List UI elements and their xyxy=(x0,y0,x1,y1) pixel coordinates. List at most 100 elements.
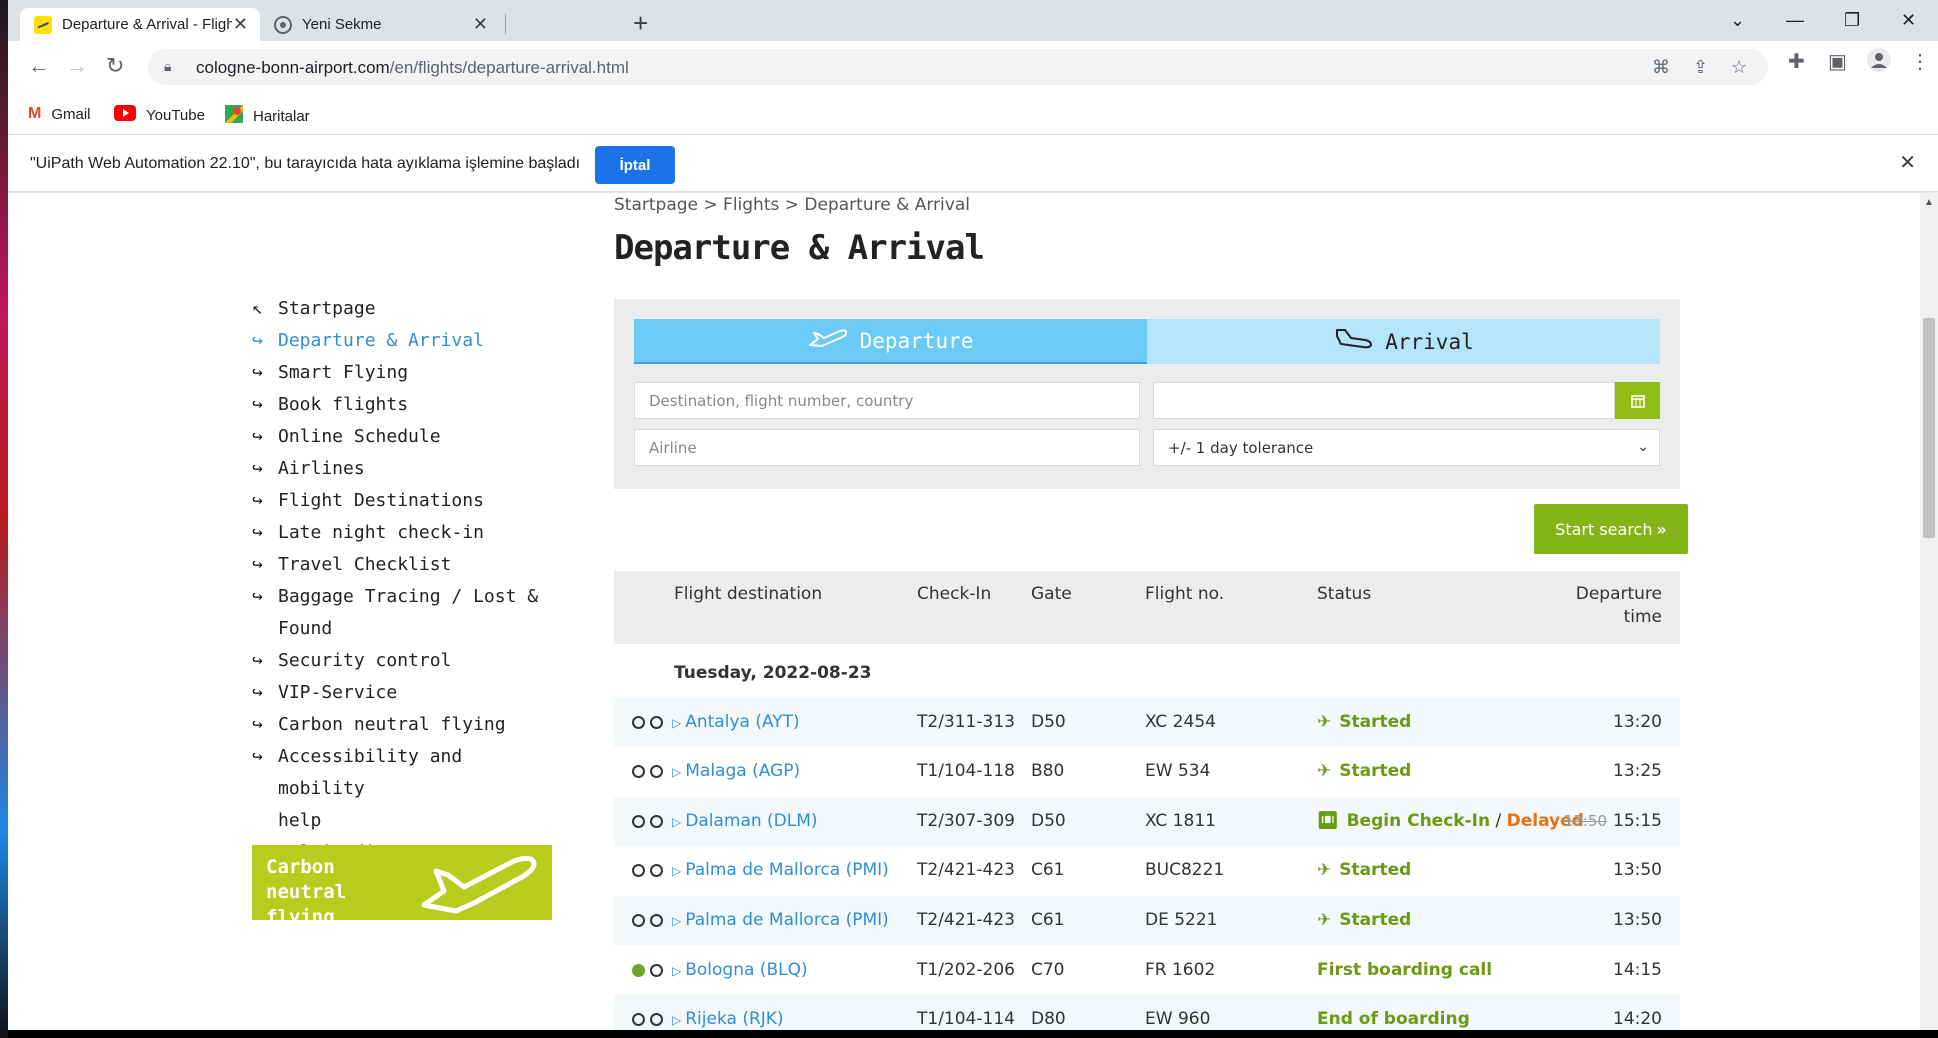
nav-item-flight-destinations[interactable]: ↪ Flight Destinations xyxy=(252,485,552,517)
table-row[interactable]: ▷ Palma de Mallorca (PMI) T2/421-423 C61 … xyxy=(614,896,1680,945)
translate-icon[interactable]: ⌘ xyxy=(1652,57,1670,78)
tab-departure[interactable]: Departure xyxy=(634,319,1147,364)
departing-plane-icon: ✈︎ xyxy=(1317,712,1332,732)
chrome-favicon-icon xyxy=(274,15,292,34)
youtube-icon xyxy=(114,105,136,126)
nav-item-book-flights[interactable]: ↪ Book flights xyxy=(252,389,552,421)
nav-item-carbon-neutral[interactable]: ↪ Carbon neutral flying xyxy=(252,709,552,741)
row-destination-link[interactable]: ▷ Palma de Mallorca (PMI) xyxy=(672,910,889,930)
start-search-button[interactable]: Start search » xyxy=(1534,504,1688,554)
menu-kebab-icon[interactable]: ⋮ xyxy=(1910,49,1930,74)
nav-item-smart-flying[interactable]: ↪ Smart Flying xyxy=(252,357,552,389)
col-status[interactable]: Status xyxy=(1317,583,1371,606)
nav-item-startpage[interactable]: ↖ Startpage xyxy=(252,293,552,325)
notify-toggle-icon[interactable] xyxy=(650,914,663,927)
watch-toggle-icon[interactable] xyxy=(632,765,645,778)
tab-close-icon[interactable]: ✕ xyxy=(473,14,488,35)
hook-arrow-icon: ↪ xyxy=(252,330,263,351)
notify-toggle-icon[interactable] xyxy=(650,1013,663,1026)
restore-icon[interactable]: ❐ xyxy=(1844,10,1860,31)
bookmark-gmail[interactable]: M Gmail xyxy=(28,105,91,123)
nav-item-vip-service[interactable]: ↪ VIP-Service xyxy=(252,677,552,709)
notify-toggle-icon[interactable] xyxy=(650,815,663,828)
nav-item-late-night-checkin[interactable]: ↪ Late night check-in xyxy=(252,517,552,549)
watch-toggle-icon[interactable] xyxy=(632,914,645,927)
scrollbar-thumb[interactable] xyxy=(1923,318,1935,538)
bookmark-youtube[interactable]: YouTube xyxy=(114,105,205,126)
nav-item-baggage-tracing[interactable]: ↪ Baggage Tracing / Lost & Found xyxy=(252,581,552,645)
departing-plane-icon xyxy=(808,327,848,355)
notify-toggle-icon[interactable] xyxy=(650,964,663,977)
table-row[interactable]: ▷ Rijeka (RJK) T1/104-114 D80 EW 960 End … xyxy=(614,995,1680,1030)
tab-departure-arrival[interactable]: Departure & Arrival - Flights - Co ✕ xyxy=(20,8,260,41)
nav-item-accessibility[interactable]: ↪ Accessibility and mobility help xyxy=(252,741,552,837)
carbon-neutral-promo-banner[interactable]: Carbon neutral flying xyxy=(252,845,552,920)
row-destination-link[interactable]: ▷ Rijeka (RJK) xyxy=(672,1009,784,1029)
cancel-debugging-button[interactable]: İptal xyxy=(595,146,675,184)
side-panel-icon[interactable]: ▣ xyxy=(1828,49,1847,74)
row-destination-link[interactable]: ▷ Bologna (BLQ) xyxy=(672,960,808,980)
row-destination-link[interactable]: ▷ Antalya (AYT) xyxy=(672,712,800,732)
airline-input[interactable]: Airline xyxy=(634,429,1140,466)
nav-item-online-schedule[interactable]: ↪ Online Schedule xyxy=(252,421,552,453)
close-window-icon[interactable]: ✕ xyxy=(1901,10,1916,31)
watch-toggle-icon[interactable] xyxy=(632,964,645,977)
row-gate: D50 xyxy=(1031,811,1066,831)
table-row[interactable]: ▷ Malaga (AGP) T1/104-118 B80 EW 534 ✈︎ St… xyxy=(614,747,1680,796)
watch-toggle-icon[interactable] xyxy=(632,815,645,828)
row-departure-time: 13:25 xyxy=(1613,761,1662,781)
forward-arrow-icon[interactable]: → xyxy=(66,53,88,79)
old-departure-time: 13:50 xyxy=(1563,812,1607,830)
row-destination-link[interactable]: ▷ Malaga (AGP) xyxy=(672,761,800,781)
destination-search-input[interactable]: Destination, flight number, country xyxy=(634,382,1140,419)
row-toggles xyxy=(632,1013,663,1026)
row-gate: D80 xyxy=(1031,1009,1066,1029)
extensions-puzzle-icon[interactable]: ✚ xyxy=(1788,49,1805,74)
calendar-icon[interactable] xyxy=(1615,382,1660,419)
address-bar[interactable]: 🔒︎ cologne-bonn-airport.com/en/flights/d… xyxy=(148,49,1768,85)
notify-toggle-icon[interactable] xyxy=(650,864,663,877)
breadcrumb[interactable]: Startpage > Flights > Departure & Arriva… xyxy=(614,195,970,215)
scroll-up-arrow-icon[interactable]: ▲ xyxy=(1924,197,1934,208)
nav-item-airlines[interactable]: ↪ Airlines xyxy=(252,453,552,485)
tab-new-tab[interactable]: Yeni Sekme ✕ xyxy=(260,8,500,41)
table-row[interactable]: ▷ Dalaman (DLM) T2/307-309 D50 XC 1811 🛄︎… xyxy=(614,797,1680,846)
nav-item-departure-arrival[interactable]: ↪ Departure & Arrival xyxy=(252,325,552,357)
bookmark-star-icon[interactable]: ☆ xyxy=(1731,57,1747,78)
table-row[interactable]: ▷ Palma de Mallorca (PMI) T2/421-423 C61 … xyxy=(614,846,1680,895)
tab-search-chevron-icon[interactable]: ⌄ xyxy=(1730,10,1745,31)
col-departure-time[interactable]: Departure time xyxy=(1576,583,1662,629)
col-destination[interactable]: Flight destination xyxy=(674,583,822,606)
tab-close-icon[interactable]: ✕ xyxy=(233,14,248,35)
browser-toolbar: ← → ↻ 🔒︎ cologne-bonn-airport.com/en/fli… xyxy=(8,41,1938,93)
col-gate[interactable]: Gate xyxy=(1031,583,1072,606)
date-input[interactable] xyxy=(1153,382,1615,419)
minimize-icon[interactable]: — xyxy=(1786,10,1804,31)
bookmark-maps[interactable]: Haritalar xyxy=(225,105,310,128)
tab-arrival[interactable]: Arrival xyxy=(1147,319,1660,364)
nav-item-travel-checklist[interactable]: ↪ Travel Checklist xyxy=(252,549,552,581)
table-row[interactable]: ▷ Antalya (AYT) T2/311-313 D50 XC 2454 ✈︎… xyxy=(614,698,1680,747)
share-icon[interactable]: ⇪ xyxy=(1693,57,1708,78)
row-destination-link[interactable]: ▷ Dalaman (DLM) xyxy=(672,811,818,831)
hook-arrow-icon: ↪ xyxy=(252,362,263,383)
notify-toggle-icon[interactable] xyxy=(650,716,663,729)
col-checkin[interactable]: Check-In xyxy=(917,583,991,606)
row-destination-link[interactable]: ▷ Palma de Mallorca (PMI) xyxy=(672,860,889,880)
row-flightno: FR 1602 xyxy=(1145,960,1216,980)
page-scrollbar[interactable]: ▲ xyxy=(1920,193,1938,1030)
table-row[interactable]: ▷ Bologna (BLQ) T1/202-206 C70 FR 1602 Fi… xyxy=(614,946,1680,995)
back-arrow-icon[interactable]: ← xyxy=(28,53,50,79)
watch-toggle-icon[interactable] xyxy=(632,1013,645,1026)
col-flightno[interactable]: Flight no. xyxy=(1145,583,1224,606)
infobar-close-icon[interactable]: ✕ xyxy=(1899,150,1916,175)
nav-item-security-control[interactable]: ↪ Security control xyxy=(252,645,552,677)
watch-toggle-icon[interactable] xyxy=(632,716,645,729)
tolerance-select[interactable]: +/- 1 day tolerance ⌄ xyxy=(1153,429,1660,466)
new-tab-plus-icon[interactable]: + xyxy=(633,10,648,36)
profile-avatar-icon[interactable] xyxy=(1866,47,1892,79)
notify-toggle-icon[interactable] xyxy=(650,765,663,778)
reload-icon[interactable]: ↻ xyxy=(106,53,124,79)
watch-toggle-icon[interactable] xyxy=(632,864,645,877)
row-toggles xyxy=(632,864,663,877)
